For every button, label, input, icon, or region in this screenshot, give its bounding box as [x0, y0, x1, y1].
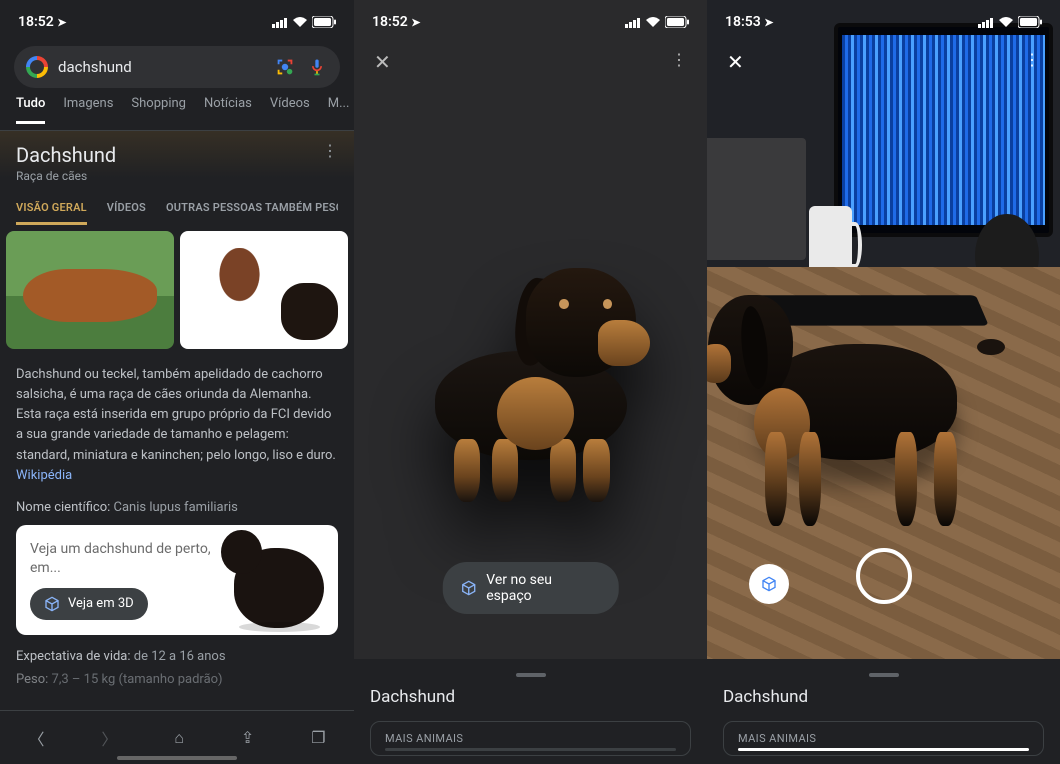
more-animals-card[interactable]: MAIS ANIMAIS — [723, 721, 1044, 756]
battery-icon — [312, 16, 336, 28]
status-time: 18:53 ➤ — [725, 14, 774, 30]
drag-handle-icon[interactable] — [869, 673, 899, 677]
dog-thumbnail-icon — [234, 548, 324, 628]
more-animals-card[interactable]: MAIS ANIMAIS — [370, 721, 691, 756]
viewer-topbar: ✕ ⋮ — [707, 50, 1060, 74]
nav-forward-icon[interactable]: 〉 — [101, 726, 117, 750]
cellular-icon — [978, 17, 994, 28]
tab-news[interactable]: Notícias — [204, 96, 252, 124]
shutter-button[interactable] — [856, 548, 912, 604]
cube-icon — [460, 580, 476, 596]
drag-handle-icon[interactable] — [516, 673, 546, 677]
view-3d-card[interactable]: Veja um dachshund de perto, em... Veja e… — [16, 525, 338, 635]
tab-videos[interactable]: Vídeos — [270, 96, 310, 124]
kp-subtitle: Raça de cães — [16, 169, 338, 183]
fact-weight: Peso: 7,3 – 15 kg (tamanho padrão) — [0, 668, 354, 691]
3d-scene[interactable] — [354, 0, 707, 764]
google-logo-icon — [26, 56, 48, 78]
kp-title: Dachshund — [16, 143, 338, 167]
status-bar: 18:53 ➤ — [707, 0, 1060, 44]
image-thumb-2[interactable] — [180, 231, 348, 349]
kp-description: Dachshund ou teckel, também apelidado de… — [0, 355, 354, 496]
kp-description-text: Dachshund ou teckel, também apelidado de… — [16, 367, 336, 463]
cellular-icon — [272, 17, 288, 28]
status-bar: 18:52 ➤ — [0, 0, 354, 44]
bottom-sheet[interactable]: Dachshund MAIS ANIMAIS — [707, 659, 1060, 764]
microphone-icon[interactable] — [306, 56, 328, 78]
sheet-title: Dachshund — [723, 687, 1044, 707]
dog-3d-model[interactable] — [411, 252, 651, 512]
kp-more-icon[interactable]: ⋮ — [322, 141, 338, 160]
view-3d-text: Veja um dachshund de perto, em... — [30, 540, 224, 578]
kp-tab-videos[interactable]: VÍDEOS — [107, 201, 146, 225]
wikipedia-link[interactable]: Wikipédia — [16, 468, 72, 483]
tab-more[interactable]: M... — [328, 96, 350, 124]
status-icons — [272, 16, 336, 28]
battery-icon — [1018, 16, 1042, 28]
status-icons — [978, 16, 1042, 28]
nav-share-icon[interactable]: ⇪ — [241, 728, 254, 747]
ar-camera-view[interactable] — [707, 0, 1060, 764]
nav-tabs-icon[interactable]: ❐ — [311, 728, 325, 747]
view-3d-button[interactable]: Veja em 3D — [30, 588, 148, 620]
tab-images[interactable]: Imagens — [63, 96, 113, 124]
object-view-button[interactable] — [749, 564, 789, 604]
image-row — [0, 225, 354, 355]
search-query: dachshund — [58, 58, 264, 76]
google-lens-icon[interactable] — [274, 56, 296, 78]
tab-all[interactable]: Tudo — [16, 96, 45, 124]
fact-scientific-name: Nome científico: Canis lupus familiaris — [0, 496, 354, 519]
close-icon[interactable]: ✕ — [727, 50, 744, 74]
cube-icon — [44, 596, 60, 612]
wifi-icon — [998, 16, 1014, 28]
kp-tab-overview[interactable]: VISÃO GERAL — [16, 201, 87, 225]
status-time: 18:52 ➤ — [18, 14, 67, 30]
tab-shopping[interactable]: Shopping — [131, 96, 186, 124]
view-in-space-button[interactable]: Ver no seu espaço — [442, 562, 619, 614]
sheet-title: Dachshund — [370, 687, 691, 707]
laptop-prop — [707, 138, 806, 260]
wifi-icon — [292, 16, 308, 28]
search-tabs: Tudo Imagens Shopping Notícias Vídeos M.… — [0, 96, 354, 124]
knowledge-panel: Dachshund Raça de cães ⋮ VISÃO GERAL VÍD… — [0, 130, 354, 225]
nav-home-icon[interactable]: ⌂ — [174, 728, 184, 748]
bottom-sheet[interactable]: Dachshund MAIS ANIMAIS — [354, 659, 707, 764]
more-icon[interactable]: ⋮ — [1024, 50, 1040, 74]
fact-life-expectancy: Expectativa de vida: de 12 a 16 anos — [0, 645, 354, 668]
kp-tabs: VISÃO GERAL VÍDEOS OUTRAS PESSOAS TAMBÉM… — [16, 201, 338, 225]
home-indicator[interactable] — [117, 756, 237, 760]
cube-icon — [761, 576, 777, 592]
3d-viewer-panel: 18:52 ➤ ✕ ⋮ Ver no seu espaço Dachshund … — [354, 0, 707, 764]
nav-back-icon[interactable]: 〈 — [28, 726, 44, 750]
image-thumb-1[interactable] — [6, 231, 174, 349]
ar-viewer-panel: 18:53 ➤ ✕ ⋮ Dachshund MAIS ANIMAIS — [707, 0, 1060, 764]
kp-tab-people[interactable]: OUTRAS PESSOAS TAMBÉM PESQU — [166, 201, 338, 225]
dog-ar-model[interactable] — [714, 267, 996, 542]
google-search-panel: 18:52 ➤ dachshund Tudo Imagens Shopping … — [0, 0, 354, 764]
search-box[interactable]: dachshund — [14, 46, 340, 88]
